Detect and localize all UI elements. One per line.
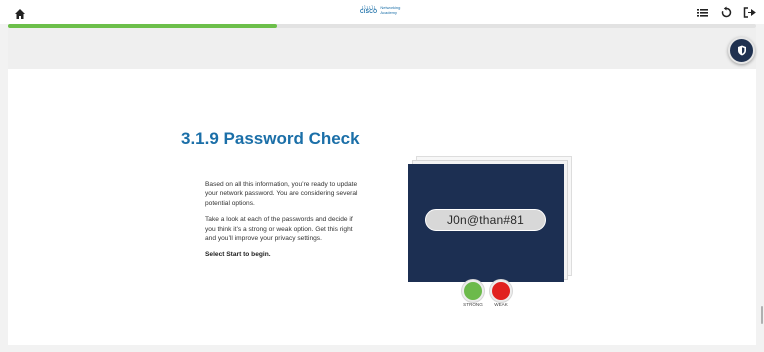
intro-paragraph-2: Take a look at each of the passwords and… [205,216,353,243]
content-panel [8,69,756,345]
cisco-mark: ılıılı CISCO [360,5,377,15]
cisco-logo: ılıılı CISCO Networking Academy [360,5,400,15]
home-icon[interactable] [14,7,26,19]
weak-button[interactable] [490,280,512,302]
logo-brand: CISCO [360,9,378,15]
strong-label: STRONG [463,302,483,307]
restart-icon[interactable] [720,6,733,19]
shield-button[interactable] [728,37,755,64]
header-band [8,28,756,69]
strong-button[interactable] [462,280,484,302]
logo-line2: Academy [380,10,398,15]
weak-label: WEAK [494,302,508,307]
page-title: 3.1.9 Password Check [181,129,360,148]
top-bar: ılıılı CISCO Networking Academy [0,0,764,24]
list-menu-icon[interactable] [696,6,709,19]
start-instruction: Select Start to begin. [205,251,271,259]
intro-paragraph-1: Based on all this information, you’re re… [205,181,358,207]
exit-icon[interactable] [743,6,756,19]
shield-icon [737,45,746,56]
scrollbar-thumb[interactable] [761,306,763,324]
intro-text: Based on all this information, you’re re… [205,180,365,267]
logo-text: Networking Academy [380,5,400,15]
password-value: J0n@than#81 [425,209,546,231]
